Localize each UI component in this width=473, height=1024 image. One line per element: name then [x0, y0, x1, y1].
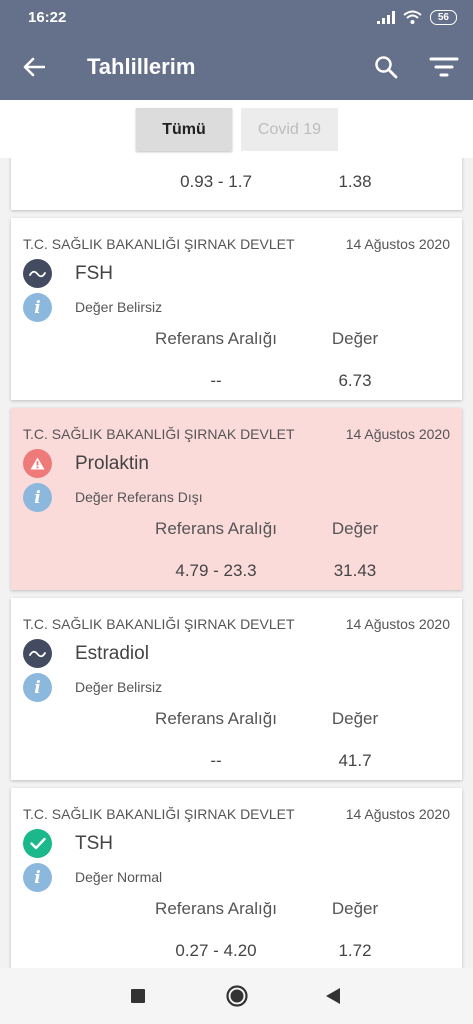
- reference-range-label: Referans Aralığı: [155, 709, 277, 728]
- result-status: Değer Belirsiz: [75, 299, 163, 315]
- hospital-name: T.C. SAĞLIK BAKANLIĞI ŞIRNAK DEVLET: [23, 236, 295, 252]
- signal-icon: [376, 10, 395, 24]
- tab-covid-19[interactable]: Covid 19: [241, 108, 338, 151]
- reference-range-value: 4.79 - 23.3: [175, 561, 257, 580]
- result-date: 14 Ağustos 2020: [345, 806, 450, 822]
- status-time: 16:22: [28, 8, 67, 26]
- card-header: T.C. SAĞLIK BAKANLIĞI ŞIRNAK DEVLET 14 A…: [23, 806, 450, 822]
- back-button[interactable]: [0, 34, 68, 100]
- result-value: 1.38: [338, 172, 372, 191]
- reference-range-label: Referans Aralığı: [155, 899, 277, 918]
- wave-icon: [23, 259, 52, 288]
- wave-icon: [23, 639, 52, 668]
- result-date: 14 Ağustos 2020: [345, 426, 450, 442]
- result-value: 1.72: [338, 941, 372, 960]
- result-date: 14 Ağustos 2020: [345, 236, 450, 252]
- status-icons: 56: [376, 9, 457, 25]
- result-status: Değer Normal: [75, 869, 163, 885]
- warning-triangle-icon: [23, 449, 52, 478]
- value-label: Değer: [331, 329, 379, 348]
- result-value: 6.73: [338, 371, 372, 390]
- reference-range-value: --: [210, 371, 222, 390]
- home-circle-icon: [226, 985, 248, 1007]
- info-icon[interactable]: i: [23, 293, 52, 322]
- result-card-partial[interactable]: 0.93 - 1.7 1.38: [11, 158, 462, 210]
- tab-all[interactable]: Tümü: [136, 108, 232, 151]
- home-button[interactable]: [221, 980, 253, 1012]
- test-name: Estradiol: [75, 643, 149, 664]
- back-nav-button[interactable]: [317, 980, 349, 1012]
- arrow-back-icon: [23, 57, 45, 77]
- card-header: T.C. SAĞLIK BAKANLIĞI ŞIRNAK DEVLET 14 A…: [23, 236, 450, 252]
- info-icon[interactable]: i: [23, 863, 52, 892]
- search-button[interactable]: [364, 43, 408, 91]
- search-icon: [375, 56, 398, 79]
- reference-range-label: Referans Aralığı: [155, 519, 277, 538]
- triangle-back-icon: [326, 988, 340, 1004]
- battery-indicator: 56: [429, 9, 457, 25]
- reference-range-value: 0.93 - 1.7: [180, 172, 252, 191]
- reference-range-value: --: [210, 751, 222, 770]
- info-icon[interactable]: i: [23, 673, 52, 702]
- hospital-name: T.C. SAĞLIK BAKANLIĞI ŞIRNAK DEVLET: [23, 616, 295, 632]
- result-card-estradiol[interactable]: T.C. SAĞLIK BAKANLIĞI ŞIRNAK DEVLET 14 A…: [11, 598, 462, 780]
- test-name: TSH: [75, 833, 113, 854]
- value-label: Değer: [331, 899, 379, 918]
- hospital-name: T.C. SAĞLIK BAKANLIĞI ŞIRNAK DEVLET: [23, 806, 295, 822]
- check-icon: [23, 829, 52, 858]
- recent-apps-button[interactable]: [122, 980, 154, 1012]
- filter-button[interactable]: [420, 43, 468, 91]
- result-card-fsh[interactable]: T.C. SAĞLIK BAKANLIĞI ŞIRNAK DEVLET 14 A…: [11, 218, 462, 400]
- test-name: FSH: [75, 263, 113, 284]
- card-header: T.C. SAĞLIK BAKANLIĞI ŞIRNAK DEVLET 14 A…: [23, 616, 450, 632]
- value-label: Değer: [331, 709, 379, 728]
- value-label: Değer: [331, 519, 379, 538]
- info-icon[interactable]: i: [23, 483, 52, 512]
- result-card-prolaktin[interactable]: T.C. SAĞLIK BAKANLIĞI ŞIRNAK DEVLET 14 A…: [11, 408, 462, 590]
- reference-range-label: Referans Aralığı: [155, 329, 277, 348]
- result-value: 31.43: [333, 561, 377, 580]
- card-header: T.C. SAĞLIK BAKANLIĞI ŞIRNAK DEVLET 14 A…: [23, 426, 450, 442]
- filter-tabs: Tümü Covid 19: [0, 100, 473, 158]
- reference-range-value: 0.27 - 4.20: [175, 941, 257, 960]
- status-bar: 16:22 56: [0, 0, 473, 34]
- result-status: Değer Referans Dışı: [75, 489, 203, 505]
- result-date: 14 Ağustos 2020: [345, 616, 450, 632]
- result-status: Değer Belirsiz: [75, 679, 163, 695]
- test-name: Prolaktin: [75, 453, 149, 474]
- result-value: 41.7: [338, 751, 372, 770]
- page-title: Tahlillerim: [87, 54, 196, 79]
- system-nav-bar: [0, 968, 473, 1024]
- filter-icon: [429, 57, 459, 77]
- app-bar: Tahlillerim: [0, 34, 473, 100]
- hospital-name: T.C. SAĞLIK BAKANLIĞI ŞIRNAK DEVLET: [23, 426, 295, 442]
- square-icon: [131, 989, 145, 1003]
- results-list[interactable]: 0.93 - 1.7 1.38 T.C. SAĞLIK BAKANLIĞI ŞI…: [0, 158, 473, 968]
- result-card-tsh[interactable]: T.C. SAĞLIK BAKANLIĞI ŞIRNAK DEVLET 14 A…: [11, 788, 462, 968]
- wifi-icon: [403, 10, 422, 24]
